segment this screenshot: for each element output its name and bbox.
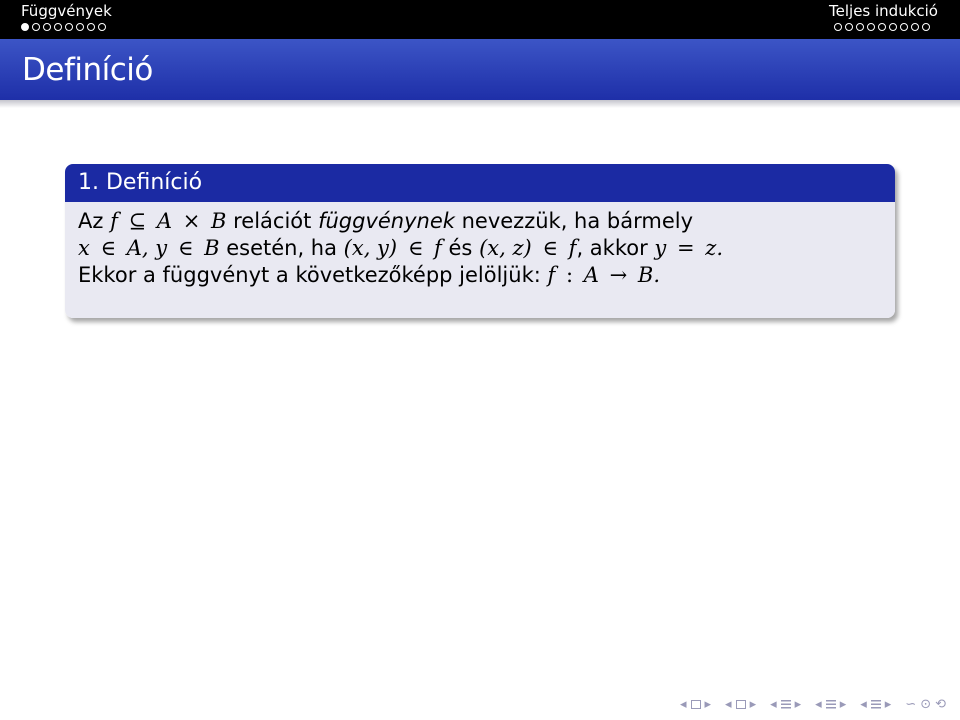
header-bar: Függvények Teljes indukció — [0, 0, 960, 39]
math-operator: ⊆ — [128, 209, 147, 233]
math-symbol: A — [156, 209, 173, 233]
nav-dot[interactable] — [87, 23, 95, 31]
nav-dot[interactable] — [845, 23, 853, 31]
math-operator: ∈ — [100, 236, 117, 260]
math-symbol: (x, y) — [343, 236, 398, 260]
emphasized-term: függvénynek — [318, 209, 455, 233]
nav-next-document-icon[interactable]: ▸ — [885, 697, 892, 712]
nav-dot[interactable] — [922, 23, 930, 31]
math-operator: : — [565, 263, 574, 287]
search-icon[interactable]: ⊙ — [920, 697, 931, 712]
definition-body: Az f ⊆ A × B relációt függvénynek nevezz… — [65, 202, 895, 318]
frame-title: Definíció — [22, 52, 153, 88]
nav-dot[interactable] — [834, 23, 842, 31]
frame-icon[interactable] — [735, 700, 746, 709]
title-shadow — [0, 100, 960, 108]
nav-next-frame-icon[interactable]: ▸ — [750, 697, 757, 712]
math-symbol: A — [583, 263, 599, 287]
nav-dot[interactable] — [911, 23, 919, 31]
nav-next-subsection-icon[interactable]: ▸ — [795, 697, 802, 712]
text: nevezzük, ha bármely — [461, 209, 694, 233]
nav-prev-slide-icon[interactable]: ◂ — [680, 697, 687, 712]
text: Az — [78, 209, 104, 233]
math-symbol: B. — [637, 263, 660, 287]
math-symbol: f — [110, 209, 118, 233]
math-symbol: (x, z) — [479, 236, 532, 260]
math-symbol: f — [547, 263, 556, 287]
definition-line-1: Az f ⊆ A × B relációt függvénynek nevezz… — [78, 208, 882, 235]
math-operator: × — [182, 209, 201, 233]
subsection-icon[interactable] — [780, 700, 791, 709]
definition-heading: 1. Definíció — [65, 164, 895, 202]
slide-icon[interactable] — [690, 700, 701, 709]
section-icon[interactable] — [825, 700, 836, 709]
math-operator: = — [676, 236, 695, 260]
nav-prev-subsection-icon[interactable]: ◂ — [770, 697, 777, 712]
search-back-icon[interactable]: ∽ — [905, 697, 916, 712]
nav-dot[interactable] — [900, 23, 908, 31]
text: esetén, ha — [226, 236, 337, 260]
nav-dots-right[interactable] — [834, 23, 930, 31]
math-symbol: A, y — [126, 236, 168, 260]
nav-dot[interactable] — [65, 23, 73, 31]
nav-dot[interactable] — [32, 23, 40, 31]
nav-dot[interactable] — [867, 23, 875, 31]
nav-dot[interactable] — [889, 23, 897, 31]
nav-dot[interactable] — [878, 23, 886, 31]
math-symbol: B — [204, 236, 220, 260]
nav-dot[interactable] — [98, 23, 106, 31]
definition-line-3: Ekkor a függvényt a következőképp jelölj… — [78, 262, 882, 289]
nav-next-section-icon[interactable]: ▸ — [840, 697, 847, 712]
definition-line-2: x ∈ A, y ∈ B esetén, ha (x, y) ∈ f és (x… — [78, 235, 882, 262]
section-title-left[interactable]: Függvények — [21, 2, 112, 20]
math-symbol: B — [211, 209, 227, 233]
nav-dot-current[interactable] — [21, 23, 29, 31]
beamer-navigation-bar: ◂ ▸ ◂ ▸ ◂ ▸ ◂ ▸ ◂ ▸ ∽ ⊙ ⟲ — [680, 697, 946, 712]
math-operator: ∈ — [407, 236, 424, 260]
nav-dot[interactable] — [43, 23, 51, 31]
section-title-right[interactable]: Teljes indukció — [829, 2, 938, 20]
math-symbol: z. — [705, 236, 724, 260]
text: relációt — [233, 209, 312, 233]
definition-block: 1. Definíció Az f ⊆ A × B relációt függv… — [65, 164, 895, 318]
document-icon[interactable] — [870, 700, 881, 709]
math-operator: → — [609, 263, 628, 287]
nav-prev-document-icon[interactable]: ◂ — [860, 697, 867, 712]
nav-prev-frame-icon[interactable]: ◂ — [725, 697, 732, 712]
math-operator: ∈ — [177, 236, 194, 260]
nav-prev-section-icon[interactable]: ◂ — [815, 697, 822, 712]
text: Ekkor a függvényt a következőképp jelölj… — [78, 263, 541, 287]
math-symbol: f — [434, 236, 442, 260]
nav-dot[interactable] — [76, 23, 84, 31]
nav-dot[interactable] — [54, 23, 62, 31]
search-forward-icon[interactable]: ⟲ — [935, 697, 946, 712]
nav-next-slide-icon[interactable]: ▸ — [705, 697, 712, 712]
math-symbol: x — [78, 236, 90, 260]
math-operator: ∈ — [542, 236, 558, 260]
text: és — [448, 236, 473, 260]
nav-dots-left[interactable] — [21, 23, 106, 31]
text: , akkor — [576, 236, 648, 260]
nav-dot[interactable] — [856, 23, 864, 31]
math-symbol: y — [654, 236, 667, 260]
